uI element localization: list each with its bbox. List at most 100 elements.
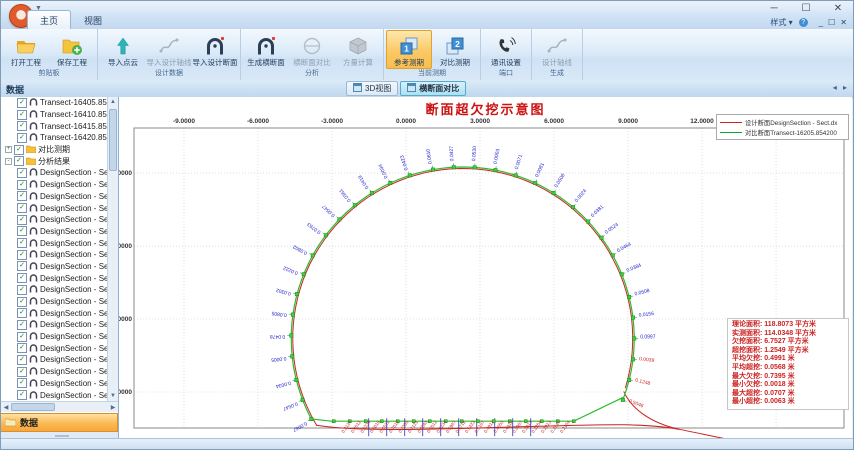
tree-item[interactable]: +✓对比测期 xyxy=(1,144,108,156)
checkbox[interactable]: ✓ xyxy=(17,343,27,353)
scroll-left-icon[interactable]: ◀ xyxy=(1,404,11,411)
tree-item[interactable]: -✓分析结果 xyxy=(1,155,108,167)
generate-section-button[interactable]: 生成横断面 xyxy=(243,30,289,69)
checkbox[interactable]: ✓ xyxy=(17,297,27,307)
style-menu[interactable]: 样式 ▾ xyxy=(770,17,792,28)
svg-text:0.0478: 0.0478 xyxy=(270,333,286,339)
tree-item[interactable]: ✓ DesignSection - Sect xyxy=(1,167,108,179)
checkbox[interactable]: ✓ xyxy=(17,261,27,271)
data-panel-tab[interactable]: 数据 xyxy=(1,413,118,432)
resize-grip[interactable] xyxy=(55,435,69,437)
scroll-up-icon[interactable]: ▲ xyxy=(108,97,118,107)
checkbox[interactable]: ✓ xyxy=(17,98,27,108)
checkbox[interactable]: ✓ xyxy=(17,285,27,295)
checkbox[interactable]: ✓ xyxy=(17,168,27,178)
tree-item[interactable]: ✓DesignSection - Sect xyxy=(1,249,108,261)
compare-epoch-button[interactable]: 2对比测期 xyxy=(432,30,478,69)
save-project-button[interactable]: 保存工程 xyxy=(49,30,95,69)
checkbox[interactable]: ✓ xyxy=(17,378,27,388)
checkbox[interactable]: ✓ xyxy=(17,226,27,236)
expand-icon[interactable]: + xyxy=(5,146,12,153)
tree-item[interactable]: ✓DesignSection - Sect xyxy=(1,366,108,378)
tree-item[interactable]: ✓DesignSection - Sect xyxy=(1,261,108,273)
checkbox[interactable]: ✓ xyxy=(14,156,24,166)
tree-item[interactable]: ✓DesignSection - Sect xyxy=(1,307,108,319)
minimize-button[interactable]: ─ xyxy=(765,3,783,14)
horizontal-scroll-thumb[interactable] xyxy=(11,403,55,411)
checkbox[interactable]: ✓ xyxy=(17,238,27,248)
ref-epoch-button[interactable]: 1参考测期 xyxy=(386,30,432,69)
open-project-button[interactable]: 打开工程 xyxy=(3,30,49,69)
tree-item[interactable]: ✓DesignSection - Sect xyxy=(1,237,108,249)
tree-item[interactable]: ✓DesignSection - Sect xyxy=(1,296,108,308)
import-section-button[interactable]: 导入设计断面 xyxy=(192,30,238,69)
svg-text:0.0547: 0.0547 xyxy=(282,400,299,411)
checkbox[interactable]: ✓ xyxy=(17,320,27,330)
tree-item-label: DesignSection - Sect xyxy=(40,168,108,177)
checkbox[interactable]: ✓ xyxy=(17,332,27,342)
checkbox[interactable]: ✓ xyxy=(17,390,27,400)
tree-item[interactable]: ✓DesignSection - Sect xyxy=(1,226,108,238)
ribbon-button-label: 生成横断面 xyxy=(247,58,285,67)
tab-scroll-arrows[interactable]: ◂ ▸ xyxy=(833,83,849,92)
tree-item[interactable]: ✓DesignSection - Sect xyxy=(1,214,108,226)
close-button[interactable]: ✕ xyxy=(829,3,847,14)
svg-text:0.0508: 0.0508 xyxy=(634,288,651,298)
section-icon xyxy=(29,378,38,389)
design-axis-button[interactable]: 设计轴线 xyxy=(534,30,580,69)
checkbox[interactable]: ✓ xyxy=(17,133,27,143)
comm-button[interactable]: 通讯设置 xyxy=(483,30,529,69)
tree-item[interactable]: ✓DesignSection - Sect xyxy=(1,354,108,366)
tree-horizontal-scrollbar[interactable]: ◀ ▶ xyxy=(1,401,118,412)
scroll-right-icon[interactable]: ▶ xyxy=(108,404,118,411)
import-axis-button[interactable]: 导入设计轴线 xyxy=(146,30,192,69)
tree-item[interactable]: ✓DesignSection - Sect xyxy=(1,202,108,214)
inner-restore-button[interactable]: ☐ xyxy=(828,18,835,27)
checkbox[interactable]: ✓ xyxy=(17,110,27,120)
tree-item[interactable]: ✓DesignSection - Sect xyxy=(1,191,108,203)
volume-button[interactable]: 方量计算 xyxy=(335,30,381,69)
checkbox[interactable]: ✓ xyxy=(17,203,27,213)
tree-item[interactable]: ✓DesignSection - Sect xyxy=(1,389,108,401)
checkbox[interactable]: ✓ xyxy=(17,308,27,318)
inner-minimize-button[interactable]: _ xyxy=(819,18,823,27)
tree-item[interactable]: ✓Transect-16405.85 xyxy=(1,97,108,109)
compare-section-button[interactable]: 横断面对比 xyxy=(289,30,335,69)
tree-item[interactable]: ✓DesignSection - Sect xyxy=(1,319,108,331)
checkbox[interactable]: ✓ xyxy=(17,367,27,377)
view-tab-icon xyxy=(353,83,362,94)
checkbox[interactable]: ✓ xyxy=(17,121,27,131)
checkbox[interactable]: ✓ xyxy=(17,191,27,201)
tree-item[interactable]: ✓DesignSection - Sect xyxy=(1,179,108,191)
tree-item[interactable]: ✓DesignSection - Sect xyxy=(1,284,108,296)
tree-item[interactable]: ✓DesignSection - Sect xyxy=(1,331,108,343)
tab-3D视图[interactable]: 3D视图 xyxy=(346,81,398,96)
checkbox[interactable]: ✓ xyxy=(17,215,27,225)
tree-item[interactable]: ✓DesignSection - Sect xyxy=(1,272,108,284)
inner-close-button[interactable]: ✕ xyxy=(840,18,847,27)
ribbon-tab-视图[interactable]: 视图 xyxy=(71,10,115,29)
vertical-scroll-thumb[interactable] xyxy=(109,109,117,171)
import-pointcloud-button[interactable]: 导入点云 xyxy=(100,30,146,69)
ribbon-tab-主页[interactable]: 主页 xyxy=(27,10,71,29)
ribbon-button-label: 方量计算 xyxy=(343,58,373,67)
tree-vertical-scrollbar[interactable]: ▲ ▼ xyxy=(107,97,118,401)
checkbox[interactable]: ✓ xyxy=(17,355,27,365)
help-icon[interactable]: ? xyxy=(799,18,808,27)
tree-item[interactable]: ✓DesignSection - Sect xyxy=(1,378,108,390)
svg-text:0.0222: 0.0222 xyxy=(282,264,299,275)
checkbox[interactable]: ✓ xyxy=(17,250,27,260)
tree-item[interactable]: ✓DesignSection - Sect xyxy=(1,342,108,354)
tree-item[interactable]: ✓Transect-16410.85 xyxy=(1,109,108,121)
ribbon-group-label: 端口 xyxy=(483,69,529,80)
tree-item[interactable]: ✓Transect-16420.85 xyxy=(1,132,108,144)
tree-item[interactable]: ✓Transect-16415.85 xyxy=(1,120,108,132)
checkbox[interactable]: ✓ xyxy=(17,180,27,190)
scroll-down-icon[interactable]: ▼ xyxy=(108,391,118,401)
tab-横断面对比[interactable]: 横断面对比 xyxy=(400,81,466,96)
maximize-button[interactable]: ☐ xyxy=(797,3,815,14)
checkbox[interactable]: ✓ xyxy=(17,273,27,283)
collapse-icon[interactable]: - xyxy=(5,158,12,165)
checkbox[interactable]: ✓ xyxy=(14,145,24,155)
svg-text:0.0610: 0.0610 xyxy=(425,148,434,164)
